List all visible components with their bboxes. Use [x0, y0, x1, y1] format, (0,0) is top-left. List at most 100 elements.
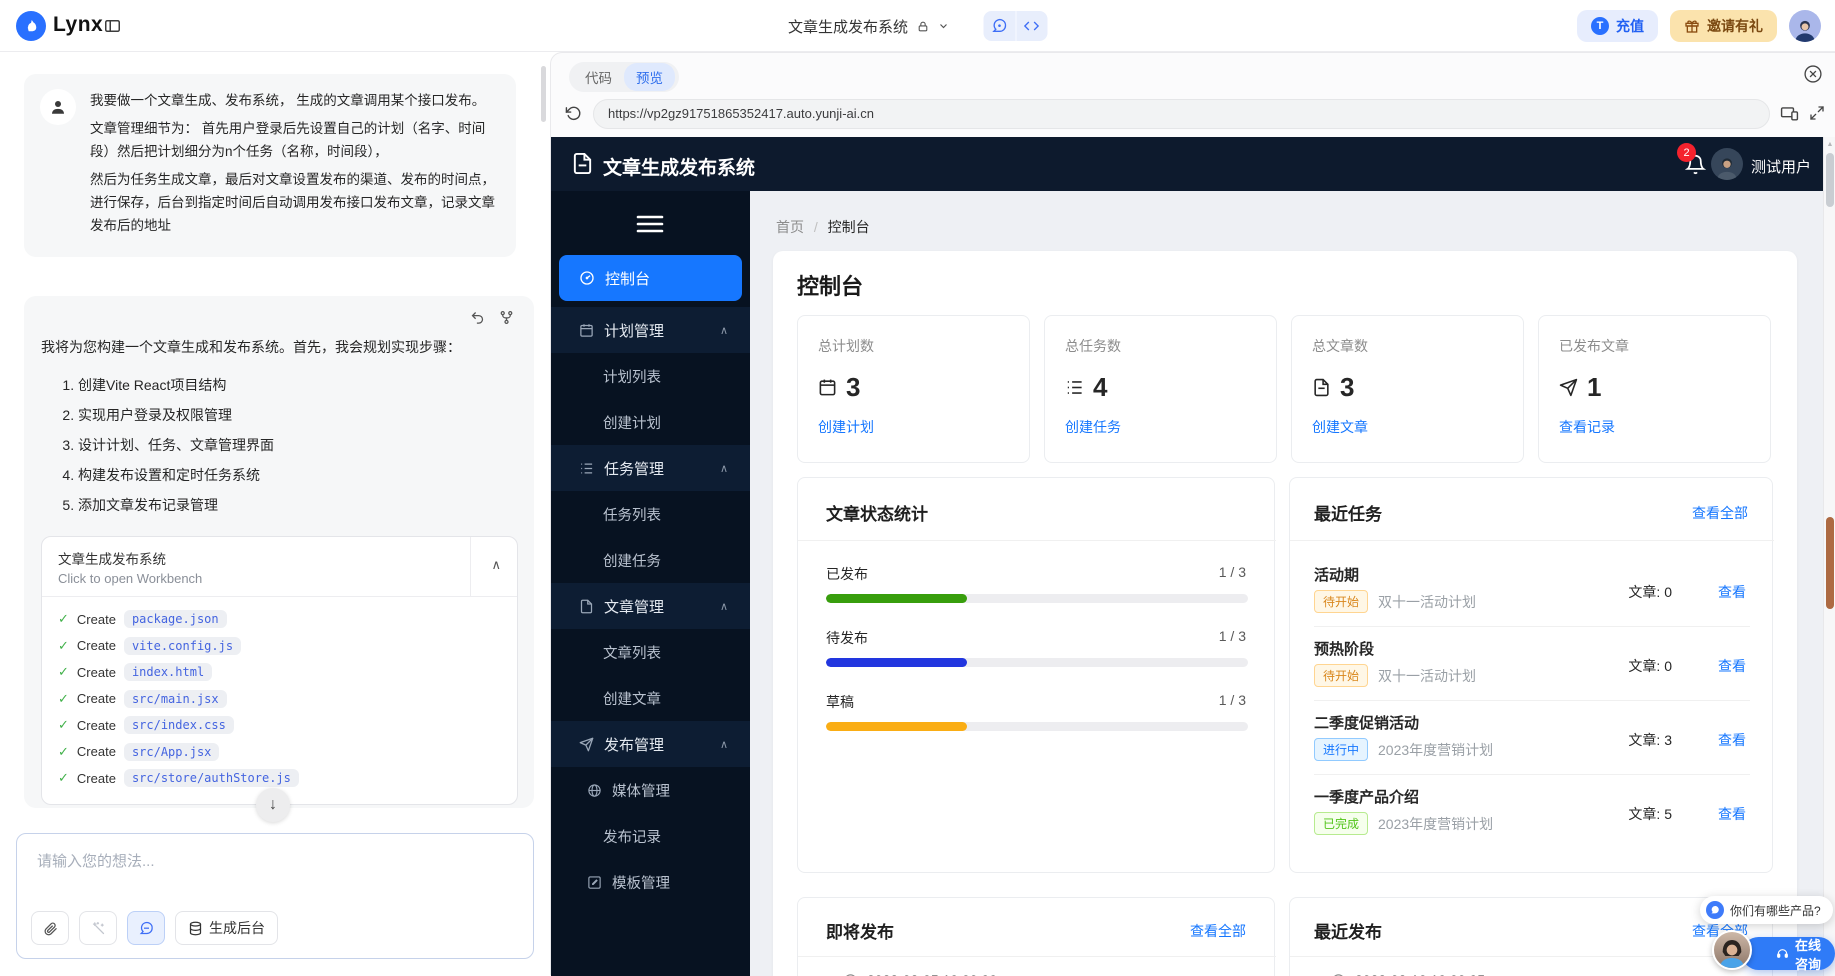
attach-button[interactable]	[31, 911, 69, 945]
breadcrumb: 首页 / 控制台	[776, 217, 870, 237]
file-row[interactable]: ✓Createpackage.json	[58, 606, 501, 633]
fullscreen-icon[interactable]	[1809, 105, 1825, 121]
file-path-chip[interactable]: src/store/authStore.js	[124, 769, 299, 787]
refresh-icon[interactable]	[565, 105, 582, 122]
device-toggle-icon[interactable]	[1780, 104, 1799, 123]
support-agent-avatar[interactable]	[1712, 930, 1752, 970]
file-path-chip[interactable]: src/main.jsx	[124, 690, 227, 708]
file-path-chip[interactable]: index.html	[124, 663, 212, 681]
view-all-link[interactable]: 查看全部	[1692, 503, 1748, 523]
sidebar-item-task-create[interactable]: 创建任务	[551, 537, 750, 583]
user-message-text: 我要做一个文章生成、发布系统， 生成的文章调用某个接口发布。 文章管理细节为： …	[90, 89, 500, 242]
file-row[interactable]: ✓Createsrc/main.jsx	[58, 686, 501, 713]
view-all-link[interactable]: 查看全部	[1190, 921, 1246, 941]
stat-link[interactable]: 创建计划	[818, 417, 1009, 437]
stat-link[interactable]: 创建任务	[1065, 417, 1256, 437]
file-action: Create	[77, 638, 116, 653]
sidebar-item-label: 模板管理	[612, 872, 670, 893]
workbench-title: 文章生成发布系统	[58, 548, 457, 568]
stat-link[interactable]: 查看记录	[1559, 417, 1750, 437]
edit-icon	[587, 875, 602, 890]
sidebar-item-media[interactable]: 媒体管理	[551, 767, 750, 813]
file-path-chip[interactable]: package.json	[124, 610, 227, 628]
file-path-chip[interactable]: src/App.jsx	[124, 743, 219, 761]
sidebar-item-article-list[interactable]: 文章列表	[551, 629, 750, 675]
sidebar-item-templates[interactable]: 模板管理	[551, 859, 750, 905]
sidebar-item-dashboard[interactable]: 控制台	[559, 255, 742, 301]
task-view-link[interactable]: 查看	[1718, 582, 1746, 602]
enhance-prompt-button[interactable]	[79, 911, 117, 945]
file-row[interactable]: ✓Createsrc/store/authStore.js	[58, 765, 501, 792]
app-user-avatar[interactable]	[1711, 148, 1743, 180]
breadcrumb-current: 控制台	[828, 219, 870, 235]
status-badge: 已完成	[1314, 812, 1368, 835]
collapse-workbench-icon[interactable]: ∧	[491, 557, 501, 573]
task-divider	[1314, 774, 1750, 775]
user-message-avatar-icon	[40, 89, 76, 125]
code-mode-icon[interactable]	[1015, 11, 1047, 41]
workbench-subtitle: Click to open Workbench	[58, 571, 457, 586]
gift-icon	[1684, 18, 1700, 34]
chat-mode-icon[interactable]	[983, 11, 1015, 41]
close-preview-icon[interactable]	[1803, 64, 1823, 84]
undo-icon[interactable]	[470, 310, 485, 325]
chat-mode-button[interactable]	[127, 911, 165, 945]
file-action: Create	[77, 771, 116, 786]
chat-scrollbar-thumb[interactable]	[541, 66, 546, 122]
tab-preview[interactable]: 预览	[624, 63, 675, 91]
stat-link[interactable]: 创建文章	[1312, 417, 1503, 437]
file-row[interactable]: ✓Createvite.config.js	[58, 633, 501, 660]
file-path-chip[interactable]: src/index.css	[124, 716, 234, 734]
preview-scrollbar[interactable]: ▲	[1823, 137, 1835, 976]
task-view-link[interactable]: 查看	[1718, 730, 1746, 750]
file-row[interactable]: ✓Createsrc/index.css	[58, 712, 501, 739]
clock-icon	[843, 973, 858, 976]
sidebar-item-plan-create[interactable]: 创建计划	[551, 399, 750, 445]
sidebar-group-publish[interactable]: 发布管理 ∧	[551, 721, 750, 767]
sidebar-item-plan-list[interactable]: 计划列表	[551, 353, 750, 399]
branch-icon[interactable]	[499, 310, 514, 325]
task-view-link[interactable]: 查看	[1718, 804, 1746, 824]
scroll-to-bottom-button[interactable]: ↓	[256, 788, 290, 822]
progress-fill-draft	[826, 722, 967, 731]
sidebar-item-label: 创建文章	[603, 688, 661, 709]
app-preview-frame: 文章生成发布系统 2 测试用户 控制台 计划管理 ∧	[551, 137, 1823, 976]
task-view-link[interactable]: 查看	[1718, 656, 1746, 676]
user-avatar[interactable]	[1789, 10, 1821, 42]
app-sidebar: 控制台 计划管理 ∧ 计划列表 创建计划 任务管理 ∧ 任务列表 创建任务 文章…	[551, 191, 750, 976]
app-user-name[interactable]: 测试用户	[1751, 156, 1811, 177]
support-question-bubble[interactable]: 你们有哪些产品?	[1700, 896, 1833, 924]
file-row[interactable]: ✓Createindex.html	[58, 659, 501, 686]
invite-button[interactable]: 邀请有礼	[1670, 10, 1777, 42]
sidebar-collapse-icon[interactable]	[636, 213, 664, 235]
sidebar-item-article-create[interactable]: 创建文章	[551, 675, 750, 721]
workbench-card[interactable]: 文章生成发布系统 Click to open Workbench ∧ ✓Crea…	[41, 536, 518, 805]
task-plan: 双十一活动计划	[1378, 666, 1476, 686]
scrollbar-up-arrow[interactable]: ▲	[1824, 137, 1835, 148]
sidebar-group-article[interactable]: 文章管理 ∧	[551, 583, 750, 629]
recharge-button[interactable]: T 充值	[1577, 10, 1658, 42]
task-plan: 2023年度营销计划	[1378, 740, 1493, 760]
scrollbar-marker[interactable]	[1826, 517, 1834, 609]
online-support-button[interactable]: 在线咨询	[1742, 937, 1835, 970]
chevron-down-icon[interactable]	[937, 20, 949, 32]
card-title: 最近任务	[1314, 500, 1382, 525]
panel-toggle-icon[interactable]	[103, 17, 122, 35]
file-action: Create	[77, 691, 116, 706]
sidebar-item-publish-records[interactable]: 发布记录	[551, 813, 750, 859]
generate-backend-label: 生成后台	[209, 918, 265, 938]
tab-code[interactable]: 代码	[573, 63, 624, 91]
scrollbar-thumb[interactable]	[1826, 153, 1834, 207]
chat-input-box[interactable]: 请输入您的想法... 生成后台	[16, 833, 534, 959]
globe-icon	[587, 783, 602, 798]
sidebar-group-plan[interactable]: 计划管理 ∧	[551, 307, 750, 353]
generate-backend-button[interactable]: 生成后台	[175, 911, 278, 945]
stat-value: 4	[1093, 372, 1107, 403]
sidebar-item-task-list[interactable]: 任务列表	[551, 491, 750, 537]
file-path-chip[interactable]: vite.config.js	[124, 637, 241, 655]
url-input[interactable]: https://vp2gz91751865352417.auto.yunji-a…	[593, 99, 1770, 129]
breadcrumb-home[interactable]: 首页	[776, 219, 804, 235]
file-row[interactable]: ✓Createsrc/App.jsx	[58, 739, 501, 766]
workbench-header-divider	[470, 537, 471, 596]
sidebar-group-task[interactable]: 任务管理 ∧	[551, 445, 750, 491]
